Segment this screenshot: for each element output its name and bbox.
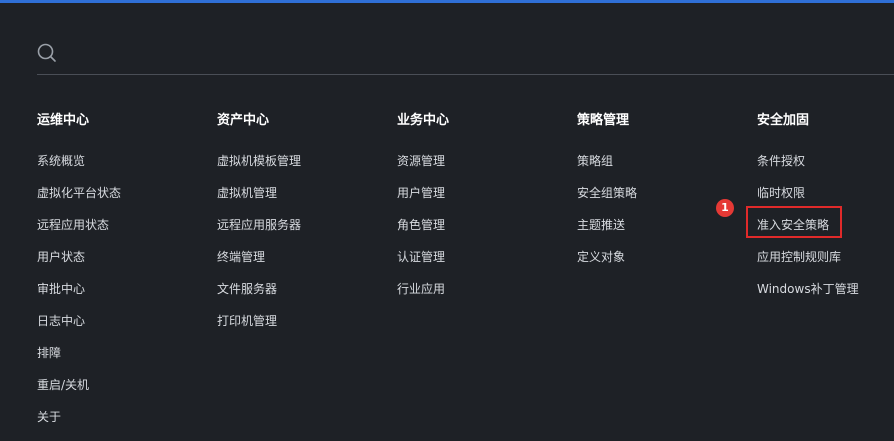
- menu-column-policy: 策略管理 策略组 安全组策略 主题推送 定义对象: [577, 112, 637, 280]
- column-title: 业务中心: [397, 113, 450, 128]
- menu-column-business: 业务中心 资源管理 用户管理 角色管理 认证管理 行业应用: [397, 112, 449, 312]
- menu-item-windows-patch[interactable]: Windows补丁管理: [757, 280, 859, 312]
- menu-item-system-overview[interactable]: 系统概览: [37, 152, 121, 184]
- menu-item-virtualization-status[interactable]: 虚拟化平台状态: [37, 184, 121, 216]
- menu-item-user-status[interactable]: 用户状态: [37, 248, 121, 280]
- column-title: 运维中心: [37, 113, 90, 128]
- column-title: 安全加固: [757, 113, 810, 128]
- menu-item-about[interactable]: 关于: [37, 408, 121, 440]
- menu-item-define-objects[interactable]: 定义对象: [577, 248, 637, 280]
- search-bar[interactable]: [37, 40, 894, 75]
- menu-item-theme-push[interactable]: 主题推送: [577, 216, 637, 248]
- menu-item-restart-shutdown[interactable]: 重启/关机: [37, 376, 121, 408]
- menu-item-policy-group[interactable]: 策略组: [577, 152, 637, 184]
- menu-item-vm-template[interactable]: 虚拟机模板管理: [217, 152, 301, 184]
- menu-item-troubleshoot[interactable]: 排障: [37, 344, 121, 376]
- menu-item-role-management[interactable]: 角色管理: [397, 216, 449, 248]
- menu-item-log-center[interactable]: 日志中心: [37, 312, 121, 344]
- step-badge: 1: [716, 199, 734, 217]
- menu-item-app-control-rules[interactable]: 应用控制规则库: [757, 248, 859, 280]
- menu-item-terminal-management[interactable]: 终端管理: [217, 248, 301, 280]
- menu-item-remote-app-server[interactable]: 远程应用服务器: [217, 216, 301, 248]
- menu-item-resource-management[interactable]: 资源管理: [397, 152, 449, 184]
- column-title: 策略管理: [577, 113, 630, 128]
- column-title: 资产中心: [217, 113, 270, 128]
- menu-item-approval-center[interactable]: 审批中心: [37, 280, 121, 312]
- top-accent-bar: [0, 0, 894, 3]
- menu-item-conditional-auth[interactable]: 条件授权: [757, 152, 859, 184]
- search-icon: [37, 43, 56, 62]
- menu-item-security-group-policy[interactable]: 安全组策略: [577, 184, 637, 216]
- menu-item-auth-management[interactable]: 认证管理: [397, 248, 449, 280]
- highlight-annotation-box: [746, 206, 842, 238]
- menu-column-assets: 资产中心 虚拟机模板管理 虚拟机管理 远程应用服务器 终端管理 文件服务器 打印…: [217, 112, 301, 344]
- menu-column-ops: 运维中心 系统概览 虚拟化平台状态 远程应用状态 用户状态 审批中心 日志中心 …: [37, 112, 121, 440]
- menu-item-industry-apps[interactable]: 行业应用: [397, 280, 449, 312]
- menu-item-user-management[interactable]: 用户管理: [397, 184, 449, 216]
- menu-item-file-server[interactable]: 文件服务器: [217, 280, 301, 312]
- menu-item-remote-app-status[interactable]: 远程应用状态: [37, 216, 121, 248]
- menu-item-vm-management[interactable]: 虚拟机管理: [217, 184, 301, 216]
- menu-item-printer-management[interactable]: 打印机管理: [217, 312, 301, 344]
